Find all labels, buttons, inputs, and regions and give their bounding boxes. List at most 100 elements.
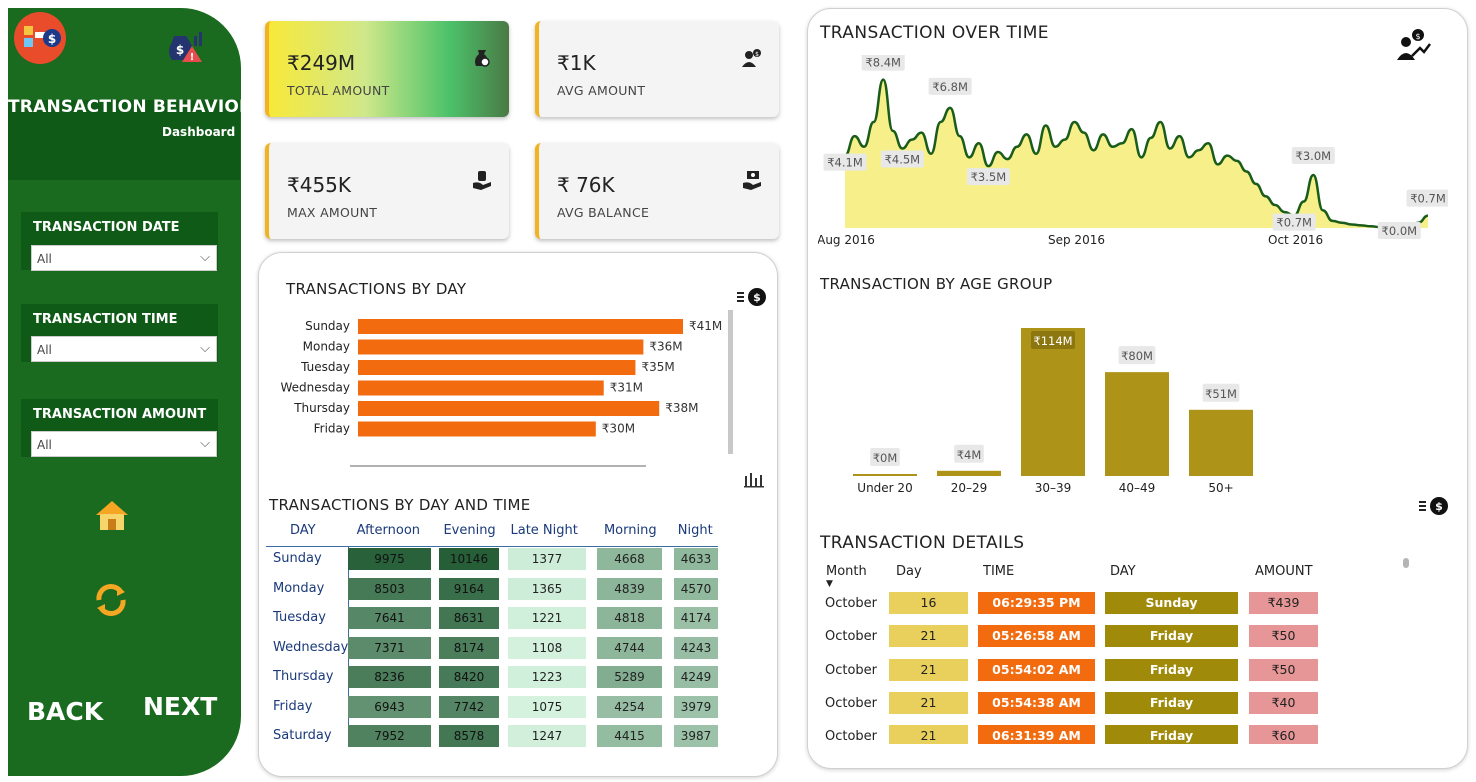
details-cell[interactable]: 16 xyxy=(889,592,968,614)
details-cell[interactable]: 21 xyxy=(889,725,968,744)
day-bar xyxy=(358,319,683,334)
details-col-header[interactable]: Month xyxy=(826,564,867,579)
age-data-label: ₹114M xyxy=(1033,334,1072,348)
details-cell[interactable]: 06:29:35 PM xyxy=(978,592,1095,614)
details-cell[interactable]: ₹40 xyxy=(1249,691,1318,714)
heatmap-col-header[interactable]: Morning xyxy=(604,523,657,538)
heatmap-cell[interactable]: 4249 xyxy=(674,666,718,688)
day-data-label: ₹31M xyxy=(610,381,643,395)
details-cell[interactable]: 21 xyxy=(889,658,968,681)
heatmap-cell[interactable]: 4254 xyxy=(597,695,662,718)
heatmap-col-header[interactable]: DAY xyxy=(290,523,316,538)
details-cell[interactable]: 21 xyxy=(889,625,968,648)
heatmap-cell[interactable]: 4744 xyxy=(597,636,662,659)
hand-cash-icon xyxy=(741,169,763,196)
heatmap-cell[interactable]: 4174 xyxy=(674,607,718,629)
day-tick-label: Friday xyxy=(314,422,350,436)
bar-chart-icon[interactable] xyxy=(744,470,764,488)
sort-down-icon[interactable]: ▼ xyxy=(826,579,833,589)
heatmap-header-line xyxy=(266,546,718,547)
heatmap-cell[interactable]: 4668 xyxy=(597,548,662,570)
details-col-header[interactable]: DAY xyxy=(1110,564,1136,579)
details-cell[interactable]: Sunday xyxy=(1105,592,1238,614)
heatmap-cell[interactable]: 1377 xyxy=(508,548,586,570)
heatmap-cell[interactable]: 7641 xyxy=(348,607,431,629)
refresh-icon[interactable] xyxy=(93,582,129,618)
kpi-value: ₹455K xyxy=(287,173,352,197)
filter-amount-select[interactable]: All ⌵ xyxy=(31,431,217,457)
heatmap-title: TRANSACTIONS BY DAY AND TIME xyxy=(269,496,531,514)
heatmap-cell[interactable]: 1365 xyxy=(508,577,586,600)
heatmap-cell[interactable]: 4839 xyxy=(597,577,662,600)
day-bar xyxy=(358,360,636,375)
chevron-down-icon: ⌵ xyxy=(200,341,210,356)
heatmap-cell[interactable]: 1223 xyxy=(508,666,586,688)
details-cell[interactable]: Friday xyxy=(1105,691,1238,714)
age-tick-label: 20–29 xyxy=(951,481,988,495)
heatmap-cell[interactable]: 8578 xyxy=(439,725,499,747)
heatmap-cell[interactable]: 8631 xyxy=(439,607,499,629)
details-cell[interactable]: Friday xyxy=(1105,625,1238,648)
details-col-header[interactable]: Day xyxy=(896,564,922,579)
heatmap-cell[interactable]: 6943 xyxy=(348,695,431,718)
details-month-cell: October xyxy=(825,629,878,645)
details-cell[interactable]: Friday xyxy=(1105,658,1238,681)
heatmap-col-header[interactable]: Late Night xyxy=(511,523,578,538)
heatmap-cell[interactable]: 1247 xyxy=(508,725,586,747)
kpi-label: AVG BALANCE xyxy=(557,205,650,220)
details-cell[interactable]: 05:26:58 AM xyxy=(978,625,1095,648)
heatmap-cell[interactable]: 3979 xyxy=(674,695,718,718)
details-cell[interactable]: 21 xyxy=(889,691,968,714)
next-button[interactable]: NEXT xyxy=(143,692,217,721)
heatmap-cell[interactable]: 9975 xyxy=(348,548,431,570)
details-col-header[interactable]: AMOUNT xyxy=(1255,564,1313,579)
heatmap-cell[interactable]: 7371 xyxy=(348,636,431,659)
heatmap-cell[interactable]: 1108 xyxy=(508,636,586,659)
details-col-header[interactable]: TIME xyxy=(983,564,1014,579)
kpi-label: TOTAL AMOUNT xyxy=(287,83,390,98)
heatmap-col-header[interactable]: Afternoon xyxy=(357,523,420,538)
filter-money-icon[interactable]: $ xyxy=(737,287,769,307)
details-cell[interactable]: Friday xyxy=(1105,725,1238,744)
details-cell[interactable]: ₹439 xyxy=(1249,592,1318,614)
age-data-label: ₹51M xyxy=(1205,387,1237,401)
details-cell[interactable]: ₹50 xyxy=(1249,658,1318,681)
heatmap-cell[interactable]: 9164 xyxy=(439,577,499,600)
heatmap-cell[interactable]: 8236 xyxy=(348,666,431,688)
details-cell[interactable]: ₹60 xyxy=(1249,725,1318,744)
details-cell[interactable]: 05:54:02 AM xyxy=(978,658,1095,681)
heatmap-col-header[interactable]: Evening xyxy=(443,523,495,538)
heatmap-col-header[interactable]: Night xyxy=(678,523,713,538)
age-chart-title: TRANSACTION BY AGE GROUP xyxy=(820,275,1053,293)
filter-time-select[interactable]: All ⌵ xyxy=(31,336,217,362)
heatmap-cell[interactable]: 3987 xyxy=(674,725,718,747)
heatmap-cell[interactable]: 1075 xyxy=(508,695,586,718)
details-cell[interactable]: 06:31:39 AM xyxy=(978,725,1095,744)
heatmap-cell[interactable]: 8174 xyxy=(439,636,499,659)
heatmap-cell[interactable]: 7742 xyxy=(439,695,499,718)
heatmap-cell[interactable]: 4243 xyxy=(674,636,718,659)
heatmap-cell[interactable]: 4633 xyxy=(674,548,718,570)
heatmap-cell[interactable]: 4415 xyxy=(597,725,662,747)
dashboard-subtitle: Dashboard xyxy=(162,125,236,139)
filter-date-select[interactable]: All ⌵ xyxy=(31,245,217,271)
kpi-label: MAX AMOUNT xyxy=(287,205,378,220)
heatmap-cell[interactable]: 8420 xyxy=(439,666,499,688)
heatmap-cell[interactable]: 10146 xyxy=(439,548,499,570)
heatmap-cell[interactable]: 7952 xyxy=(348,725,431,747)
details-cell[interactable]: 05:54:38 AM xyxy=(978,691,1095,714)
heatmap-cell[interactable]: 8503 xyxy=(348,577,431,600)
heatmap-cell[interactable]: 4818 xyxy=(597,607,662,629)
filter-money-icon[interactable]: $ xyxy=(1419,496,1451,516)
time-tick-label: Sep 2016 xyxy=(1048,233,1105,247)
details-scrollbar[interactable] xyxy=(1403,558,1409,568)
age-bar xyxy=(937,470,1001,476)
heatmap-cell[interactable]: 1221 xyxy=(508,607,586,629)
heatmap-cell[interactable]: 4570 xyxy=(674,577,718,600)
details-cell[interactable]: ₹50 xyxy=(1249,625,1318,648)
heatmap-cell[interactable]: 5289 xyxy=(597,666,662,688)
home-icon[interactable] xyxy=(94,497,130,533)
filter-time-label: TRANSACTION TIME xyxy=(33,312,178,327)
filter-amount-label: TRANSACTION AMOUNT xyxy=(33,407,207,422)
back-button[interactable]: BACK xyxy=(27,697,103,726)
